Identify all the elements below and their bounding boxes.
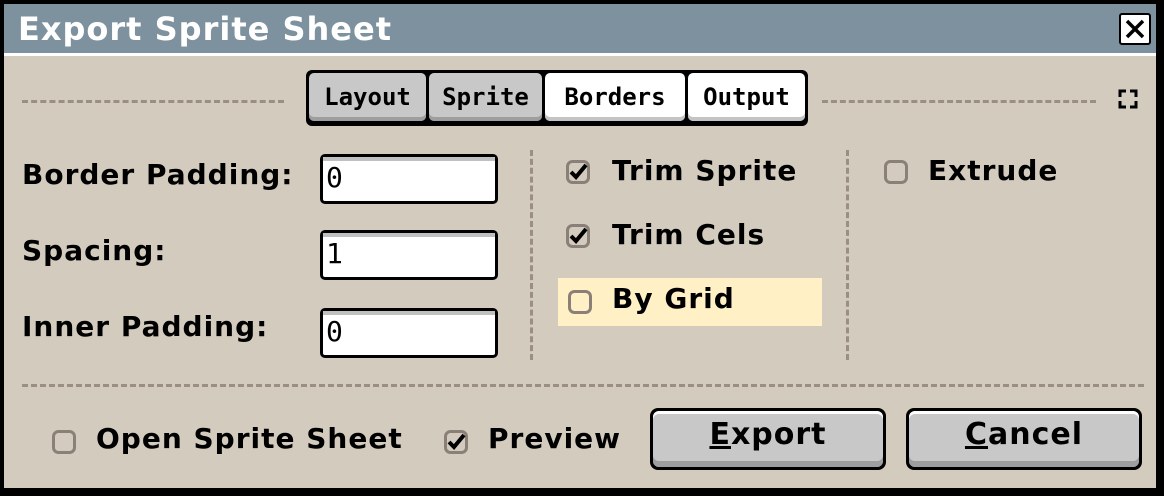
trim-cels-label: Trim Cels [612, 218, 766, 251]
open-sprite-sheet-label: Open Sprite Sheet [96, 422, 403, 455]
inner-padding-input[interactable]: 0 [320, 308, 498, 358]
extrude-label: Extrude [928, 154, 1059, 187]
tab-output[interactable]: Output [688, 73, 805, 121]
inner-padding-label: Inner Padding: [22, 310, 269, 343]
tab-separator-right [822, 100, 1096, 103]
column-separator-2 [846, 150, 849, 360]
close-icon [1125, 19, 1145, 39]
tab-separator-left [22, 100, 284, 103]
export-button[interactable]: Export [650, 408, 886, 470]
by-grid-label: By Grid [612, 282, 735, 315]
checkbox-checked-icon [566, 160, 590, 184]
spacing-label: Spacing: [22, 234, 167, 267]
tab-sprite-label: Sprite [442, 83, 529, 111]
tab-borders[interactable]: Borders [545, 73, 685, 121]
export-label: xport [730, 417, 827, 452]
close-button[interactable] [1119, 13, 1151, 45]
spacing-value: 1 [326, 237, 343, 270]
cancel-mnemonic: C [964, 417, 988, 452]
export-sprite-sheet-dialog: Export Sprite Sheet Layout Sprite Border… [2, 2, 1158, 490]
trim-sprite-label: Trim Sprite [612, 154, 798, 187]
cancel-button-face: Cancel [909, 411, 1139, 467]
tab-output-label: Output [703, 83, 790, 111]
checkbox-checked-icon [566, 224, 590, 248]
cancel-label: ancel [988, 417, 1084, 452]
tab-bar: Layout Sprite Borders Output [306, 70, 808, 126]
border-padding-label: Border Padding: [22, 158, 294, 191]
expand-icon[interactable] [1118, 89, 1138, 109]
preview-label: Preview [488, 422, 622, 455]
export-mnemonic: E [709, 417, 731, 452]
spacing-input[interactable]: 1 [320, 230, 498, 280]
window-title: Export Sprite Sheet [18, 10, 392, 48]
border-padding-value: 0 [326, 161, 343, 194]
checkbox-unchecked-icon [52, 430, 76, 454]
tab-layout-label: Layout [324, 83, 411, 111]
checkbox-unchecked-icon [884, 160, 908, 184]
inner-padding-value: 0 [326, 315, 343, 348]
border-padding-input[interactable]: 0 [320, 154, 498, 204]
footer-separator [22, 384, 1144, 387]
title-bar[interactable]: Export Sprite Sheet [4, 4, 1156, 56]
export-button-face: Export [653, 411, 883, 467]
tab-sprite[interactable]: Sprite [429, 73, 542, 121]
cancel-button[interactable]: Cancel [906, 408, 1142, 470]
tab-borders-label: Borders [564, 83, 666, 111]
column-separator-1 [530, 150, 533, 360]
checkbox-unchecked-icon [568, 290, 592, 314]
checkbox-checked-icon [444, 430, 468, 454]
tab-layout[interactable]: Layout [309, 73, 426, 121]
